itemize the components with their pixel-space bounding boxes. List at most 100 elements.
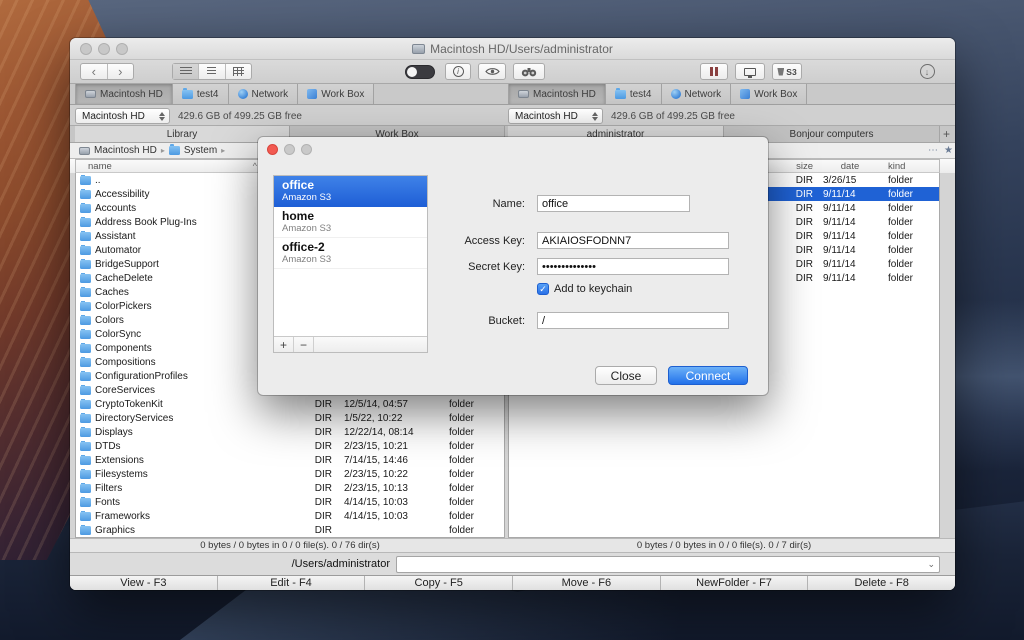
panel-toggle[interactable] <box>405 65 435 79</box>
folder-icon <box>80 442 91 451</box>
file-name: Displays <box>95 427 133 438</box>
file-name-cell: .. <box>76 175 261 186</box>
file-size: DIR <box>261 511 336 522</box>
updown-arrows-icon <box>592 112 598 121</box>
add-tab-button[interactable]: + <box>941 126 952 142</box>
function-button-f7[interactable]: NewFolder - F7 <box>661 576 809 590</box>
file-size: DIR <box>759 259 819 270</box>
file-date: 12/5/14, 04:57 <box>336 399 441 410</box>
file-row[interactable]: DisplaysDIR12/22/14, 08:14folder <box>76 425 504 439</box>
file-row[interactable]: DTDsDIR2/23/15, 10:21folder <box>76 439 504 453</box>
remove-connection-button[interactable]: − <box>294 337 314 352</box>
bucket-field[interactable] <box>537 312 729 329</box>
folder-icon <box>80 372 91 381</box>
close-button[interactable]: Close <box>595 366 657 385</box>
function-button-f3[interactable]: View - F3 <box>70 576 218 590</box>
file-row[interactable]: GraphicsDIRfolder <box>76 523 504 537</box>
list-view-icon <box>180 67 192 76</box>
column-header-date[interactable]: date <box>819 161 881 172</box>
box-icon <box>307 89 317 99</box>
zoom-window-icon[interactable] <box>116 43 128 55</box>
s3-connections-button[interactable]: S3 <box>772 63 802 80</box>
file-name: ConfigurationProfiles <box>95 371 188 382</box>
secret-key-label: Secret Key: <box>433 261 531 273</box>
column-header-kind[interactable]: kind <box>881 161 939 172</box>
command-input[interactable] <box>397 557 923 572</box>
file-row[interactable]: CryptoTokenKitDIR12/5/14, 04:57folder <box>76 397 504 411</box>
add-connection-button[interactable]: + <box>274 337 294 352</box>
tab-right-macintosh-hd[interactable]: Macintosh HD <box>508 84 606 104</box>
folder-icon <box>80 400 91 409</box>
info-button[interactable]: i <box>445 63 471 80</box>
network-drives-button[interactable] <box>735 63 765 80</box>
thumb-view-button[interactable] <box>225 64 251 79</box>
function-button-f4[interactable]: Edit - F4 <box>218 576 366 590</box>
detail-view-button[interactable] <box>198 64 224 79</box>
downloads-button[interactable]: ↓ <box>915 63 939 80</box>
column-header-size[interactable]: size <box>759 161 819 172</box>
tab-left-macintosh-hd[interactable]: Macintosh HD <box>75 84 173 104</box>
file-size: DIR <box>759 217 819 228</box>
access-key-field[interactable] <box>537 232 729 249</box>
secret-key-field[interactable] <box>537 258 729 275</box>
forward-button[interactable]: › <box>107 64 134 79</box>
minimize-window-icon[interactable] <box>98 43 110 55</box>
file-size: DIR <box>261 525 336 536</box>
queue-button[interactable] <box>700 63 728 80</box>
preview-button[interactable] <box>478 63 506 80</box>
file-row[interactable]: ExtensionsDIR7/14/15, 14:46folder <box>76 453 504 467</box>
list-view-button[interactable] <box>173 64 198 79</box>
connection-item-office[interactable]: officeAmazon S3 <box>274 176 427 207</box>
chevron-down-icon[interactable]: ⌄ <box>923 559 939 570</box>
file-row[interactable]: FontsDIR4/14/15, 10:03folder <box>76 495 504 509</box>
file-size: DIR <box>759 203 819 214</box>
connect-button[interactable]: Connect <box>668 366 748 385</box>
function-button-f5[interactable]: Copy - F5 <box>365 576 513 590</box>
tab-left-test4[interactable]: test4 <box>173 84 229 104</box>
column-header-name[interactable]: name ^ <box>76 161 261 172</box>
search-button[interactable] <box>513 63 545 80</box>
file-name: Filesystems <box>95 469 148 480</box>
close-dialog-icon[interactable] <box>267 144 278 155</box>
connection-item-home[interactable]: homeAmazon S3 <box>274 207 427 238</box>
tab-left-network[interactable]: Network <box>229 84 299 104</box>
folder-icon <box>80 526 91 535</box>
file-row[interactable]: FilesystemsDIR2/23/15, 10:22folder <box>76 467 504 481</box>
function-button-f6[interactable]: Move - F6 <box>513 576 661 590</box>
folder-icon <box>80 344 91 353</box>
folder-icon <box>80 358 91 367</box>
file-date: 2/23/15, 10:21 <box>336 441 441 452</box>
file-name-cell: CoreServices <box>76 385 261 396</box>
file-size: DIR <box>759 189 819 200</box>
right-volume-name: Macintosh HD <box>515 111 578 122</box>
tab-left-work-box[interactable]: Work Box <box>298 84 374 104</box>
file-row[interactable]: FrameworksDIR4/14/15, 10:03folder <box>76 509 504 523</box>
back-button[interactable]: ‹ <box>81 64 107 79</box>
function-button-f8[interactable]: Delete - F8 <box>808 576 955 590</box>
access-key-label: Access Key: <box>433 235 531 247</box>
overflow-icon[interactable]: ⋯ <box>928 145 938 156</box>
file-row[interactable]: DirectoryServicesDIR1/5/22, 10:22folder <box>76 411 504 425</box>
tab-right-work-box[interactable]: Work Box <box>731 84 807 104</box>
title-bar[interactable]: Macintosh HD/Users/administrator <box>70 38 955 60</box>
file-name-cell: BridgeSupport <box>76 259 261 270</box>
file-row[interactable]: FiltersDIR2/23/15, 10:13folder <box>76 481 504 495</box>
keychain-checkbox[interactable]: ✓ <box>537 283 549 295</box>
breadcrumb-item-volume[interactable]: Macintosh HD <box>94 145 157 156</box>
favorites-star-icon[interactable]: ★ <box>944 145 953 156</box>
breadcrumb-item-system[interactable]: System <box>184 145 217 156</box>
folder-icon <box>80 386 91 395</box>
info-icon: i <box>453 66 464 77</box>
left-volume-select[interactable]: Macintosh HD <box>75 108 170 124</box>
right-volume-select[interactable]: Macintosh HD <box>508 108 603 124</box>
name-field[interactable] <box>537 195 690 212</box>
file-size: DIR <box>759 231 819 242</box>
tab-right-network[interactable]: Network <box>662 84 732 104</box>
tab-right-test4[interactable]: test4 <box>606 84 662 104</box>
connection-item-office-2[interactable]: office-2Amazon S3 <box>274 238 427 269</box>
right-free-space: 429.6 GB of 499.25 GB free <box>611 111 735 122</box>
keychain-checkbox-row: ✓ Add to keychain <box>537 283 632 295</box>
close-window-icon[interactable] <box>80 43 92 55</box>
file-size: DIR <box>261 483 336 494</box>
volume-icon <box>412 44 425 54</box>
